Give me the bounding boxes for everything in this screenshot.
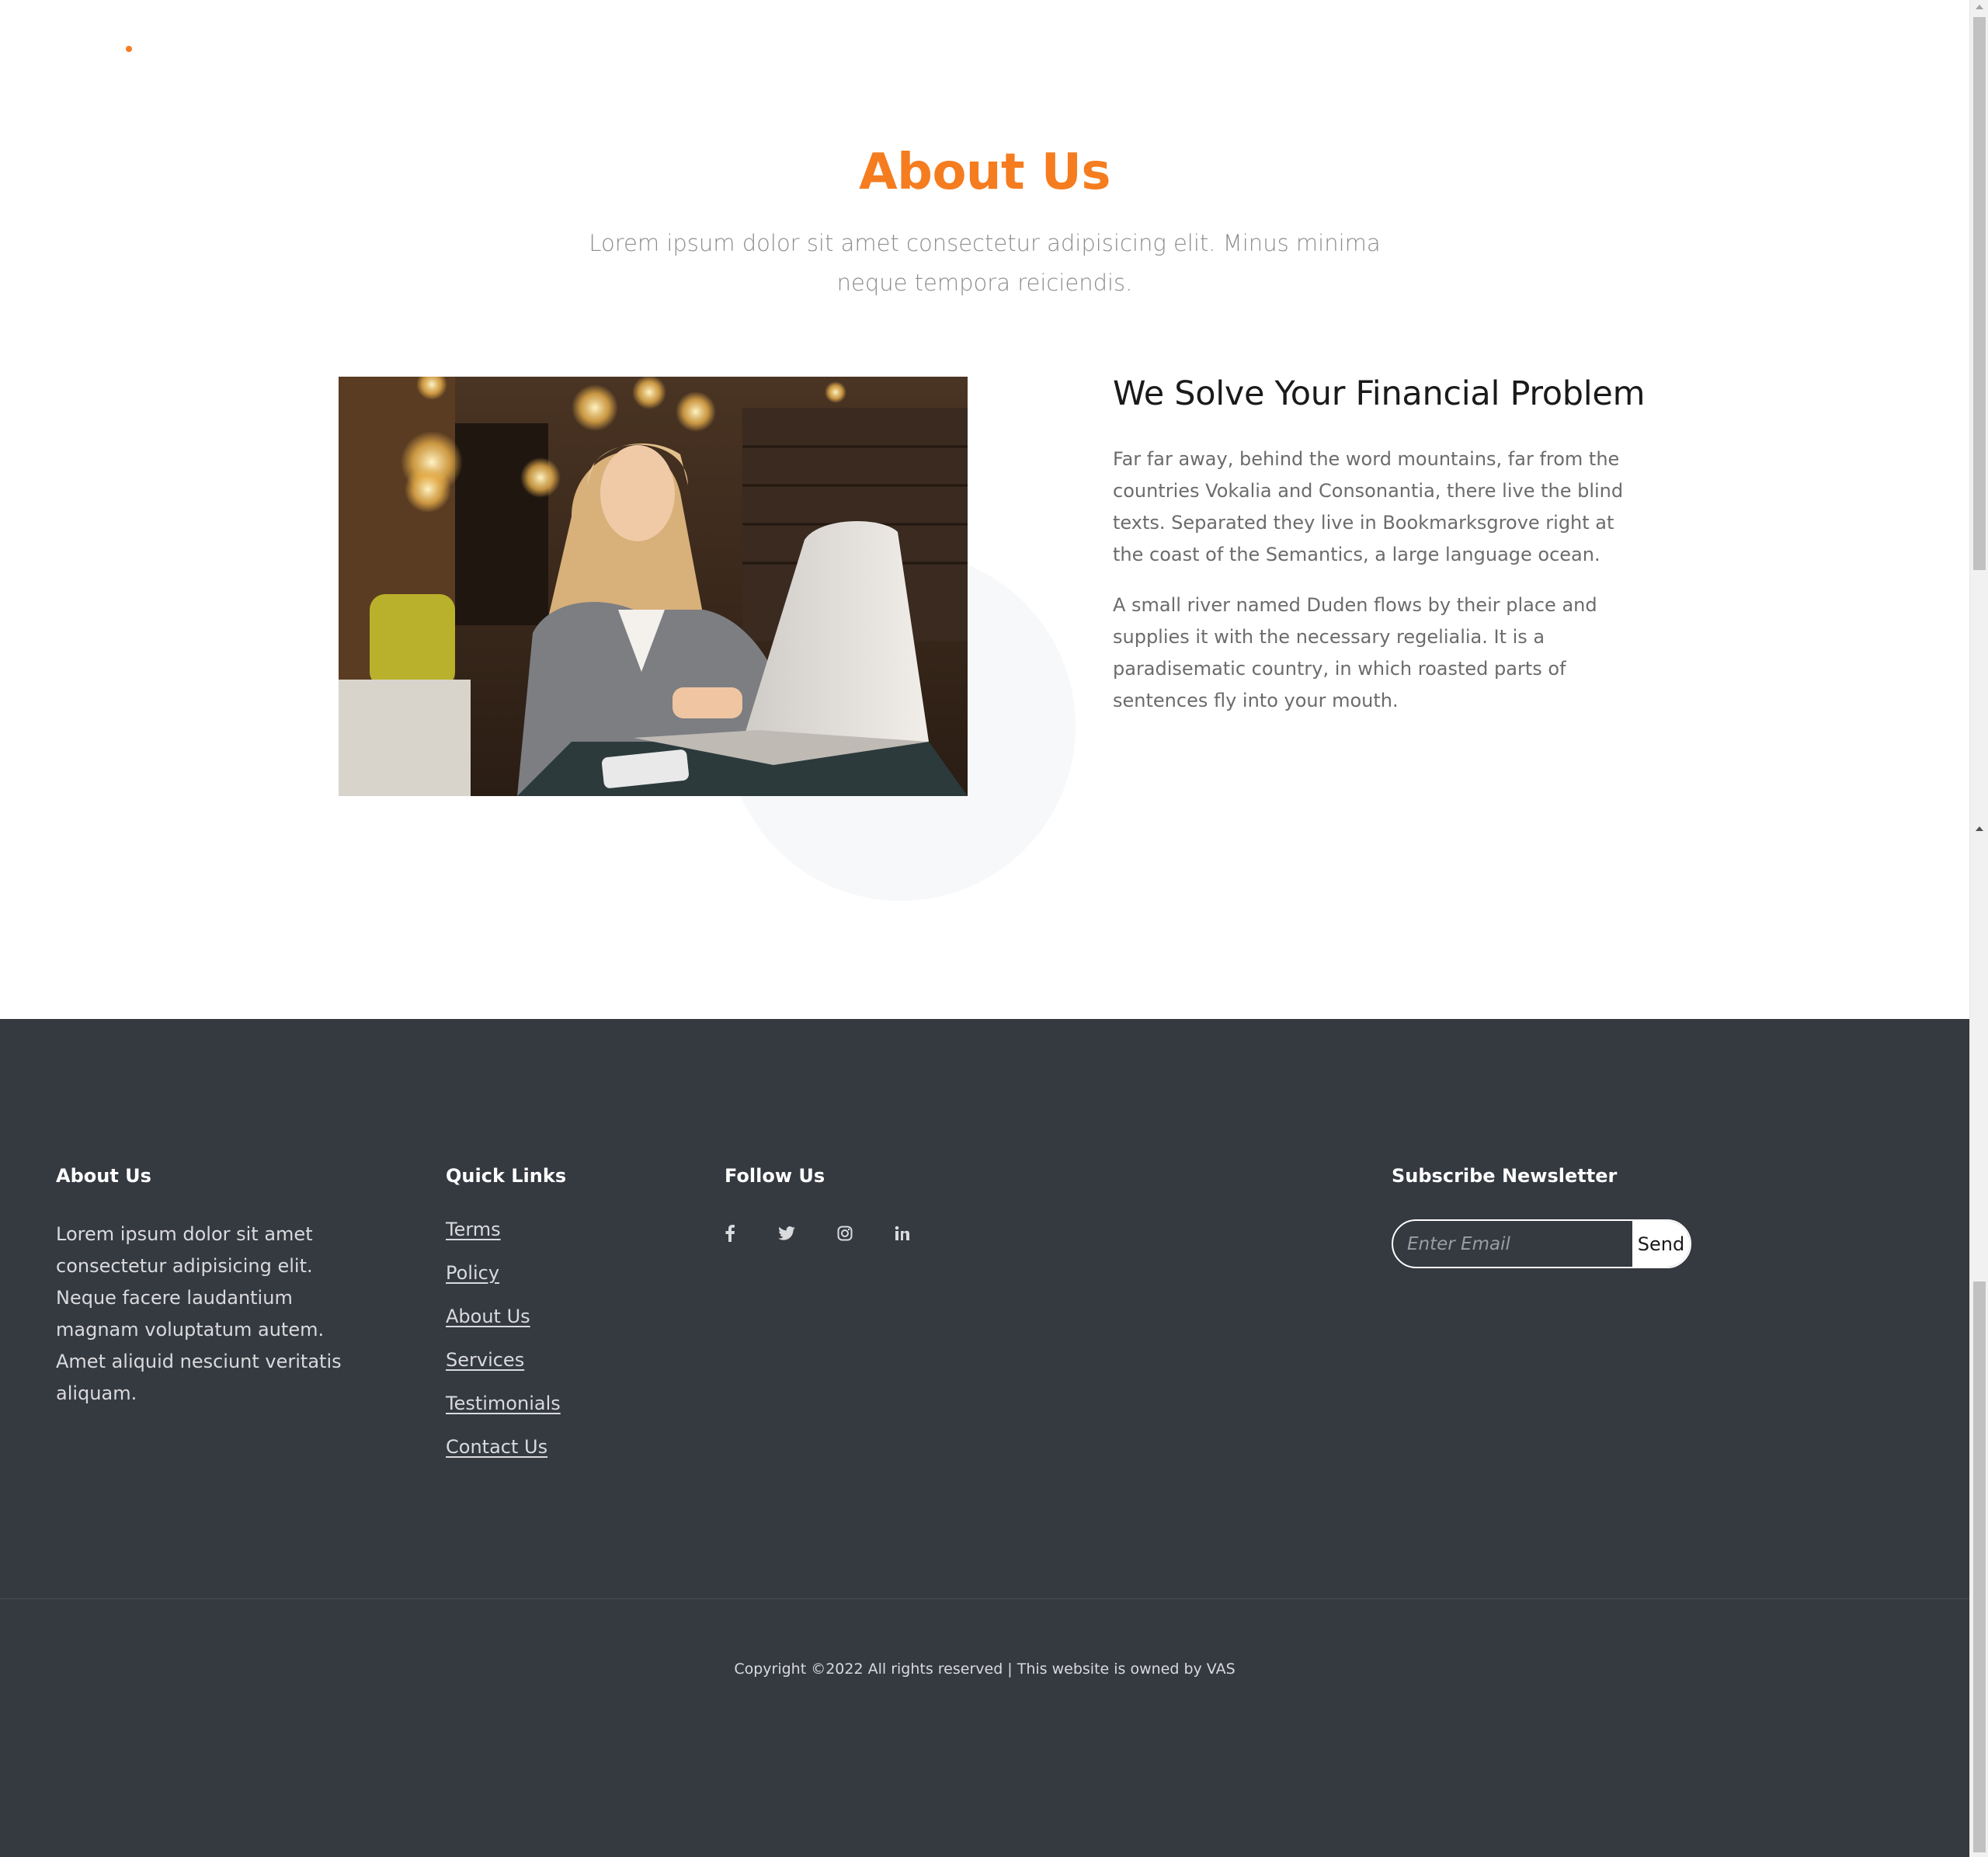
facebook-icon[interactable] [718, 1222, 742, 1245]
list-item: Policy [446, 1262, 561, 1306]
feature-paragraph: A small river named Duden flows by their… [1113, 594, 1597, 711]
link-testimonials[interactable]: Testimonials [446, 1393, 561, 1414]
link-policy[interactable]: Policy [446, 1262, 499, 1284]
footer-divider [0, 1598, 1969, 1599]
follow-us-heading: Follow Us [725, 1165, 825, 1187]
vertical-scrollbar[interactable] [1969, 0, 1988, 1857]
send-button[interactable]: Send [1632, 1221, 1690, 1267]
link-about-us[interactable]: About Us [446, 1306, 530, 1327]
linkedin-icon[interactable] [891, 1222, 914, 1245]
list-item: About Us [446, 1306, 561, 1349]
list-item: Testimonials [446, 1393, 561, 1436]
instagram-icon[interactable] [833, 1222, 857, 1245]
feature-paragraph: Far far away, behind the word mountains,… [1113, 448, 1624, 565]
page: About Us Lorem ipsum dolor sit amet cons… [0, 0, 1969, 1857]
scroll-up-arrow-icon[interactable] [1976, 826, 1983, 831]
link-contact-us[interactable]: Contact Us [446, 1436, 547, 1458]
about-subtitle: Lorem ipsum dolor sit amet consectetur a… [589, 230, 1381, 296]
twitter-icon[interactable] [775, 1222, 798, 1245]
about-photo [339, 377, 968, 796]
email-input[interactable] [1393, 1221, 1632, 1267]
scroll-up-arrow-icon[interactable] [1976, 5, 1983, 9]
newsletter-form: Send [1392, 1219, 1691, 1268]
list-item: Services [446, 1349, 561, 1393]
list-item: Terms [446, 1219, 561, 1262]
loader-dot [126, 46, 132, 52]
link-terms[interactable]: Terms [446, 1219, 501, 1240]
list-item: Contact Us [446, 1436, 561, 1480]
link-services[interactable]: Services [446, 1349, 524, 1371]
quick-links-list: Terms Policy About Us Services Testimoni… [446, 1219, 561, 1480]
newsletter-heading: Subscribe Newsletter [1392, 1165, 1618, 1187]
scrollbar-thumb[interactable] [1973, 1281, 1986, 1852]
scrollbar-thumb[interactable] [1973, 17, 1986, 570]
footer-about-heading: About Us [56, 1165, 151, 1187]
quick-links-heading: Quick Links [446, 1165, 567, 1187]
about-title: About Us [859, 144, 1110, 201]
feature-title: We Solve Your Financial Problem [1113, 374, 1646, 413]
footer-about-text: Lorem ipsum dolor sit amet consectetur a… [56, 1223, 342, 1404]
copyright-text: Copyright ©2022 All rights reserved | Th… [734, 1661, 1236, 1678]
footer [0, 1019, 1969, 1857]
